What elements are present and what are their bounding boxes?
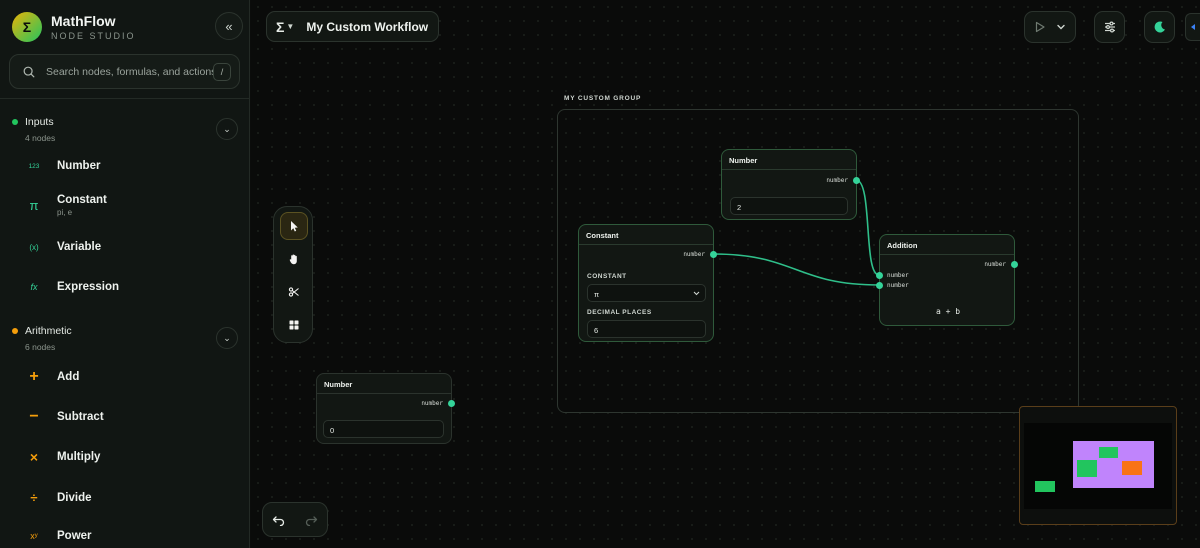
search-shortcut-key: /: [213, 62, 231, 81]
number-icon: 123: [28, 162, 40, 170]
minimap-node: [1035, 481, 1055, 492]
sidebar-item-label: Constant: [57, 194, 107, 206]
sidebar-item-constant[interactable]: π Constant pi, e: [26, 194, 107, 217]
sidebar-item-number[interactable]: 123 Number: [26, 160, 101, 172]
sidebar-item-label: Subtract: [57, 411, 104, 423]
sidebar-item-add[interactable]: + Add: [26, 368, 79, 386]
port-label: number: [421, 400, 443, 407]
minus-icon: −: [29, 408, 39, 425]
input-port-b[interactable]: [876, 282, 883, 289]
sidebar-item-label: Add: [57, 371, 80, 383]
minimap[interactable]: [1019, 406, 1177, 525]
category-count: 6 nodes: [25, 342, 56, 352]
constant-select-value: π: [594, 290, 600, 299]
port-label: number: [683, 251, 705, 258]
function-icon: fx: [30, 282, 38, 292]
field-label: DECIMAL PLACES: [587, 309, 652, 316]
category-count: 4 nodes: [25, 133, 56, 143]
brand-name: MathFlow: [51, 13, 116, 29]
port-label: number: [887, 272, 909, 279]
sidebar-item-label: Number: [57, 160, 101, 172]
sidebar-divider: [0, 98, 250, 99]
port-label: number: [826, 177, 848, 184]
number-value-input[interactable]: 2: [730, 197, 848, 215]
app-root: Σ MathFlow NODE STUDIO « / Inputs 4 node…: [0, 0, 1200, 548]
multiply-icon: ×: [29, 449, 39, 465]
sidebar-item-multiply[interactable]: × Multiply: [26, 449, 101, 465]
node-title: Addition: [880, 235, 1014, 255]
category-arithmetic[interactable]: Arithmetic 6 nodes ⌄: [12, 325, 238, 352]
sidebar-item-label: Power: [57, 530, 92, 542]
minimap-node: [1077, 460, 1097, 477]
minimap-node: [1122, 461, 1142, 475]
brand-subtitle: NODE STUDIO: [51, 31, 136, 41]
sidebar: Σ MathFlow NODE STUDIO « / Inputs 4 node…: [0, 0, 250, 548]
sidebar-item-subtract[interactable]: − Subtract: [26, 408, 104, 426]
sidebar-item-power[interactable]: xʸ Power: [26, 530, 92, 542]
pi-icon: π: [29, 198, 39, 213]
sidebar-item-subtitle: pi, e: [57, 208, 73, 217]
category-toggle-button[interactable]: ⌄: [216, 118, 238, 140]
sidebar-item-label: Multiply: [57, 451, 101, 463]
node-constant[interactable]: Constant number CONSTANT π DECIMAL PLACE…: [578, 224, 717, 342]
chevron-down-icon: [693, 291, 700, 296]
port-label: number: [984, 261, 1006, 268]
chevron-down-icon: ⌄: [223, 332, 231, 343]
search-box[interactable]: /: [9, 54, 240, 89]
sidebar-item-expression[interactable]: fx Expression: [26, 281, 119, 293]
workflow-canvas[interactable]: Σ ▼ My Custom Workflow MY CUSTOM GROUP N…: [251, 0, 1200, 548]
variable-icon: (x): [29, 242, 39, 252]
field-label: CONSTANT: [587, 273, 627, 280]
number-value-input[interactable]: 0: [323, 420, 444, 438]
sidebar-item-variable[interactable]: (x) Variable: [26, 241, 101, 253]
chevron-down-icon: ⌄: [223, 123, 231, 134]
divide-icon: ÷: [30, 490, 38, 505]
constant-select[interactable]: π: [587, 284, 706, 302]
plus-icon: +: [29, 368, 39, 385]
category-toggle-button[interactable]: ⌄: [216, 327, 238, 349]
node-title: Number: [722, 150, 856, 170]
brand: Σ MathFlow NODE STUDIO: [12, 12, 136, 42]
sidebar-item-label: Divide: [57, 491, 92, 504]
output-port[interactable]: [1011, 261, 1018, 268]
sidebar-item-label: Expression: [57, 281, 119, 293]
category-dot: [12, 328, 18, 334]
sidebar-item-label: Variable: [57, 241, 102, 253]
output-port[interactable]: [710, 251, 717, 258]
decimal-places-input[interactable]: 6: [587, 320, 706, 338]
category-name: Arithmetic: [25, 325, 72, 337]
power-icon: xʸ: [30, 531, 38, 541]
output-port[interactable]: [448, 400, 455, 407]
port-label: number: [887, 282, 909, 289]
node-number[interactable]: Number number 2: [721, 149, 860, 220]
category-dot: [12, 119, 18, 125]
output-port[interactable]: [853, 177, 860, 184]
search-input[interactable]: [46, 65, 213, 78]
logo-icon: Σ: [12, 12, 42, 42]
search-icon: [23, 66, 35, 77]
node-addition[interactable]: Addition number number number a + b: [876, 234, 1018, 326]
minimap-viewport: [1024, 423, 1172, 509]
category-name: Inputs: [25, 116, 54, 128]
collapse-sidebar-button[interactable]: «: [215, 12, 243, 40]
minimap-node: [1099, 447, 1118, 458]
sidebar-item-divide[interactable]: ÷ Divide: [26, 490, 92, 505]
node-title: Constant: [579, 225, 713, 245]
node-number[interactable]: Number number 0: [316, 373, 455, 444]
node-title: Number: [317, 374, 451, 394]
input-port-a[interactable]: [876, 272, 883, 279]
edge-number-to-addition: [855, 179, 880, 276]
formula-text: a + b: [936, 307, 961, 316]
category-inputs[interactable]: Inputs 4 nodes ⌄: [12, 116, 238, 143]
double-chevron-left-icon: «: [225, 18, 233, 34]
edge-constant-to-addition: [712, 253, 880, 286]
